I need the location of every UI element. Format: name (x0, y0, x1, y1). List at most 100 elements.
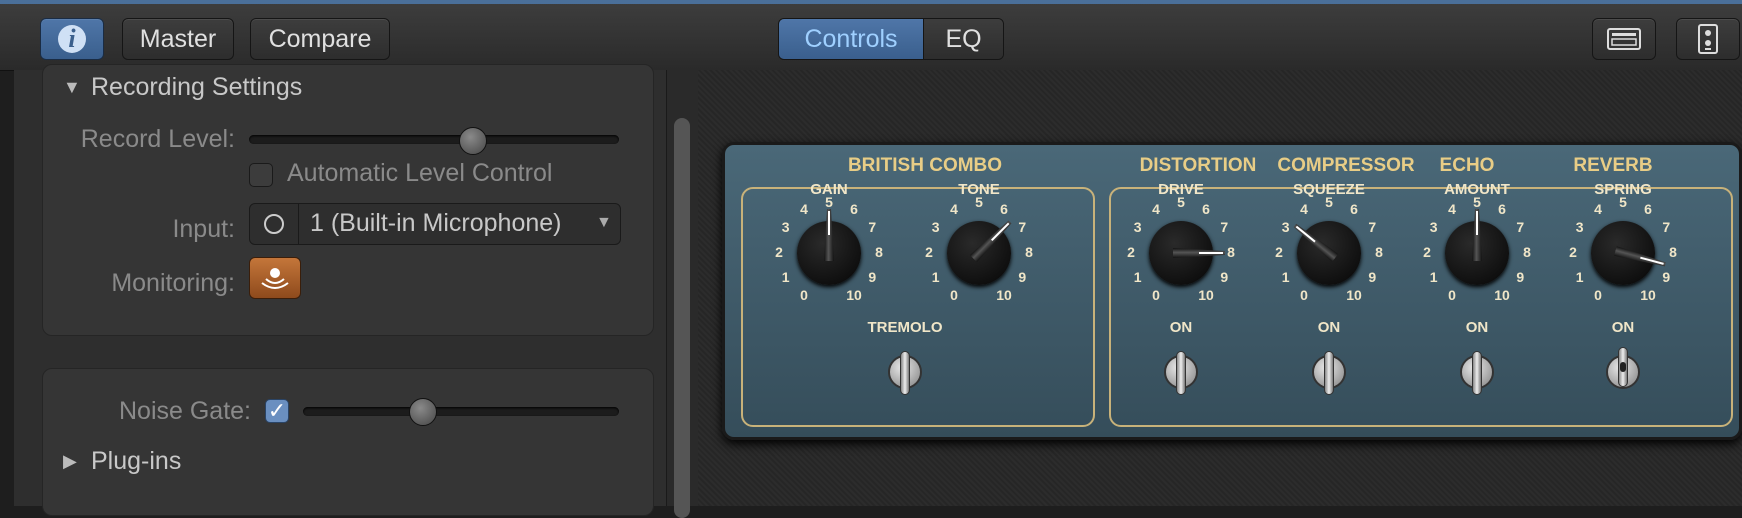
input-mono-button[interactable] (250, 204, 299, 244)
automatic-level-label: Automatic Level Control (287, 159, 553, 187)
amount-knob[interactable] (1445, 209, 1509, 285)
noise-gate-checkbox[interactable]: ✓ (265, 399, 289, 423)
reverb-switch-label: ON (1611, 319, 1635, 336)
british-combo-title: BRITISH COMBO (847, 155, 1003, 176)
gain-scale-1: 1 (781, 269, 790, 285)
drive-knob[interactable] (1149, 221, 1213, 285)
drive-scale-6: 6 (1202, 200, 1210, 217)
spring-scale-9: 9 (1662, 269, 1671, 285)
spring-scale-2: 2 (1569, 244, 1577, 260)
spring-scale-8: 8 (1669, 244, 1677, 260)
squeeze-knob[interactable] (1297, 221, 1361, 285)
noise-gate-knob[interactable] (409, 398, 437, 426)
reverb-toggle-switch[interactable] (1604, 347, 1642, 397)
amount-scale-2: 2 (1423, 244, 1431, 260)
tone-scale-5: 5 (975, 194, 983, 210)
settings-panel: ▼ Recording Settings Record Level: Autom… (14, 64, 666, 516)
checkmark-icon: ✓ (267, 398, 287, 423)
compressor-title: COMPRESSOR (1277, 155, 1415, 176)
gain-scale-7: 7 (868, 219, 877, 235)
distortion-switch-label: ON (1169, 319, 1193, 336)
drive-scale-8: 8 (1227, 244, 1235, 260)
tone-scale-7: 7 (1018, 219, 1027, 235)
keyboard-icon (1607, 28, 1641, 50)
input-select[interactable]: 1 (Built-in Microphone) ▼ (249, 203, 621, 245)
squeeze-scale-8: 8 (1375, 244, 1383, 260)
record-level-knob[interactable] (459, 127, 487, 155)
keyboard-button[interactable] (1592, 18, 1656, 60)
gain-scale-4: 4 (800, 200, 808, 217)
spring-scale-10: 10 (1640, 287, 1656, 304)
tremolo-toggle-switch[interactable] (886, 349, 924, 397)
compressor-toggle-switch[interactable] (1310, 349, 1348, 397)
tone-knob[interactable] (947, 221, 1011, 285)
squeeze-scale-5: 5 (1325, 194, 1333, 210)
master-button[interactable]: Master (122, 18, 234, 60)
gain-scale-8: 8 (875, 244, 883, 260)
record-level-slider[interactable] (249, 135, 619, 144)
automatic-level-checkbox[interactable] (249, 163, 273, 187)
info-button[interactable]: i (40, 18, 104, 60)
drive-scale-4: 4 (1152, 200, 1160, 217)
disclosure-collapsed-icon[interactable]: ▶ (63, 451, 77, 472)
spring-knob[interactable] (1591, 221, 1655, 285)
amount-scale-8: 8 (1523, 244, 1531, 260)
drive-scale-0: 0 (1152, 287, 1160, 304)
gain-knob[interactable] (797, 209, 861, 285)
spring-scale-0: 0 (1594, 287, 1602, 304)
echo-toggle-switch[interactable] (1458, 349, 1496, 397)
distortion-toggle-switch[interactable] (1162, 349, 1200, 397)
squeeze-scale-7: 7 (1368, 219, 1377, 235)
recording-settings-title: Recording Settings (91, 73, 303, 101)
scrollbar-thumb[interactable] (674, 118, 690, 518)
stompbox-button[interactable] (1676, 18, 1740, 60)
tone-scale-9: 9 (1018, 269, 1027, 285)
record-level-label: Record Level: (80, 125, 235, 153)
tone-scale-8: 8 (1025, 244, 1033, 260)
amount-scale-9: 9 (1516, 269, 1525, 285)
recording-settings-group: ▼ Recording Settings Record Level: Autom… (42, 64, 654, 336)
gain-scale-0: 0 (800, 287, 808, 304)
toggle-lever (1324, 351, 1334, 395)
noise-gate-label: Noise Gate: (118, 397, 251, 425)
squeeze-knob-pointer (1292, 221, 1339, 261)
amount-scale-4: 4 (1448, 200, 1456, 217)
amount-scale-1: 1 (1429, 269, 1438, 285)
spring-scale-3: 3 (1575, 219, 1584, 235)
monitoring-button[interactable] (249, 257, 301, 299)
plugins-label[interactable]: Plug-ins (91, 447, 181, 476)
amount-scale-10: 10 (1494, 287, 1510, 304)
toggle-lever (1176, 351, 1186, 395)
input-value: 1 (Built-in Microphone) (310, 209, 562, 237)
noise-gate-slider[interactable] (303, 407, 619, 416)
tab-eq[interactable]: EQ (924, 19, 1003, 59)
tab-controls[interactable]: Controls (779, 19, 924, 59)
input-label: Input: (172, 215, 235, 243)
compare-button[interactable]: Compare (250, 18, 390, 60)
amount-scale-0: 0 (1448, 287, 1456, 304)
gain-scale-9: 9 (868, 269, 877, 285)
compressor-switch-label: ON (1317, 319, 1341, 336)
chevron-down-icon: ▼ (596, 214, 612, 231)
monitoring-label: Monitoring: (111, 269, 235, 297)
disclosure-expanded-icon[interactable]: ▼ (63, 77, 81, 98)
tone-scale-10: 10 (996, 287, 1012, 304)
squeeze-scale-6: 6 (1350, 200, 1358, 217)
drive-scale-9: 9 (1220, 269, 1229, 285)
drive-scale-2: 2 (1127, 244, 1135, 260)
toolbar: i Master Compare Controls EQ (0, 0, 1742, 71)
amount-scale-6: 6 (1498, 200, 1506, 217)
drive-scale-5: 5 (1177, 194, 1185, 210)
noise-gate-group: Noise Gate: ✓ ▶ Plug-ins (42, 368, 654, 516)
tone-scale-3: 3 (931, 219, 940, 235)
settings-scrollbar[interactable] (666, 70, 699, 518)
monitoring-icon (261, 268, 289, 289)
amount-scale-3: 3 (1429, 219, 1438, 235)
drive-scale-7: 7 (1220, 219, 1229, 235)
squeeze-scale-10: 10 (1346, 287, 1362, 304)
tone-knob-pointer (970, 218, 1014, 262)
spring-scale-1: 1 (1575, 269, 1584, 285)
tone-scale-6: 6 (1000, 200, 1008, 217)
gain-scale-6: 6 (850, 200, 858, 217)
stompbox-icon (1698, 24, 1718, 54)
